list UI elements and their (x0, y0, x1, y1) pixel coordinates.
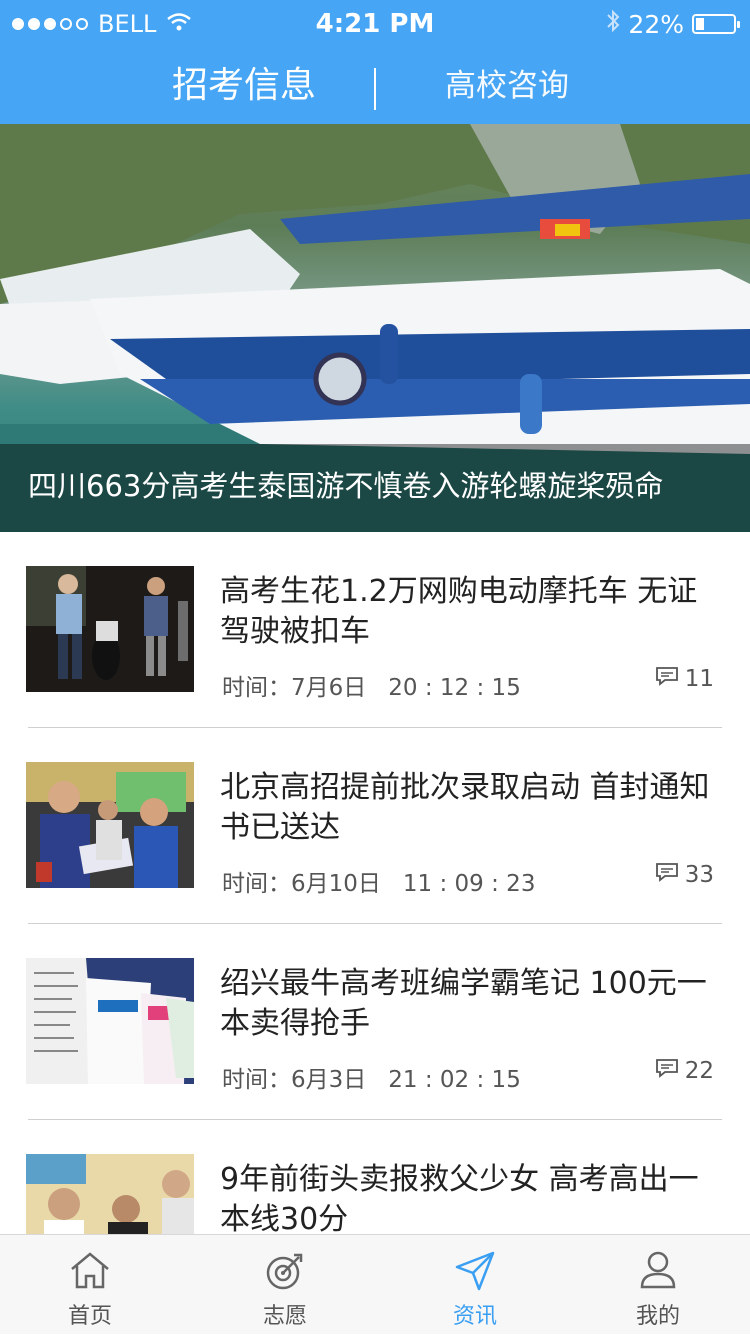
send-icon (453, 1249, 497, 1293)
bluetooth-icon (606, 9, 620, 39)
comment-count: 22 (655, 1058, 714, 1084)
news-time: 21 : 02 : 15 (388, 1067, 521, 1093)
comment-count-value: 33 (684, 862, 714, 888)
tab-volunteer[interactable]: 志愿 (225, 1235, 345, 1335)
hero-caption: 四川663分高考生泰国游不慎卷入游轮螺旋桨殒命 (28, 469, 664, 503)
tab-volunteer-label: 志愿 (262, 1304, 307, 1329)
comment-count-value: 11 (684, 666, 714, 692)
comment-icon (655, 1058, 679, 1084)
status-bar: BELL 4:21 PM 22% (0, 0, 750, 48)
tab-mine[interactable]: 我的 (598, 1235, 718, 1335)
news-time: 11 : 09 : 23 (402, 871, 536, 897)
tab-admission-info[interactable]: 招考信息 (172, 48, 316, 124)
news-time: 20 : 12 : 15 (388, 675, 521, 701)
news-item[interactable]: 9年前街头卖报救父少女 高考高出一本线30分 (0, 1120, 750, 1234)
comment-icon (655, 862, 679, 888)
home-icon (68, 1249, 112, 1293)
tab-mine-label: 我的 (635, 1304, 680, 1329)
battery-percent: 22% (628, 9, 684, 39)
tab-divider (374, 68, 376, 110)
tab-home-label: 首页 (67, 1304, 112, 1329)
news-title: 9年前街头卖报救父少女 高考高出一本线30分 (220, 1162, 699, 1234)
news-meta: 时间：6月3日 21 : 02 : 15 (222, 1060, 521, 1094)
tab-news[interactable]: 资讯 (415, 1235, 535, 1335)
news-title: 北京高招提前批次录取启动 首封通知书已送达 (220, 770, 710, 845)
tab-college-consult[interactable]: 高校咨询 (445, 48, 569, 124)
comment-count: 11 (655, 666, 714, 692)
news-meta: 时间：6月10日 11 : 09 : 23 (222, 864, 535, 898)
user-icon (636, 1249, 680, 1293)
news-date: 时间：6月3日 (222, 1067, 367, 1093)
news-thumbnail (26, 958, 194, 1084)
comment-count: 33 (655, 862, 714, 888)
news-item[interactable]: 高考生花1.2万网购电动摩托车 无证驾驶被扣车 时间：7月6日 20 : 12 :… (0, 532, 750, 728)
news-item[interactable]: 北京高招提前批次录取启动 首封通知书已送达 时间：6月10日 11 : 09 : … (0, 728, 750, 924)
news-title: 高考生花1.2万网购电动摩托车 无证驾驶被扣车 (220, 574, 698, 649)
tab-news-label: 资讯 (452, 1304, 497, 1329)
news-list: 高考生花1.2万网购电动摩托车 无证驾驶被扣车 时间：7月6日 20 : 12 :… (0, 532, 750, 1234)
news-title: 绍兴最牛高考班编学霸笔记 100元一本卖得抢手 (220, 966, 707, 1041)
comment-count-value: 22 (684, 1058, 714, 1084)
tab-home[interactable]: 首页 (30, 1235, 150, 1335)
news-date: 时间：6月10日 (222, 871, 381, 897)
status-right: 22% (606, 9, 740, 39)
news-thumbnail (26, 762, 194, 888)
bottom-tab-bar: 首页 志愿 资讯 我的 (0, 1234, 750, 1334)
comment-icon (655, 666, 679, 692)
top-tab-header: 招考信息 高校咨询 (0, 48, 750, 124)
news-date: 时间：7月6日 (222, 675, 367, 701)
news-thumbnail (26, 1154, 194, 1234)
news-meta: 时间：7月6日 20 : 12 : 15 (222, 668, 521, 702)
hero-banner[interactable]: 四川663分高考生泰国游不慎卷入游轮螺旋桨殒命 (0, 124, 750, 532)
battery-icon (692, 14, 740, 34)
news-thumbnail (26, 566, 194, 692)
news-item[interactable]: 绍兴最牛高考班编学霸笔记 100元一本卖得抢手 时间：6月3日 21 : 02 :… (0, 924, 750, 1120)
target-icon (263, 1249, 307, 1293)
